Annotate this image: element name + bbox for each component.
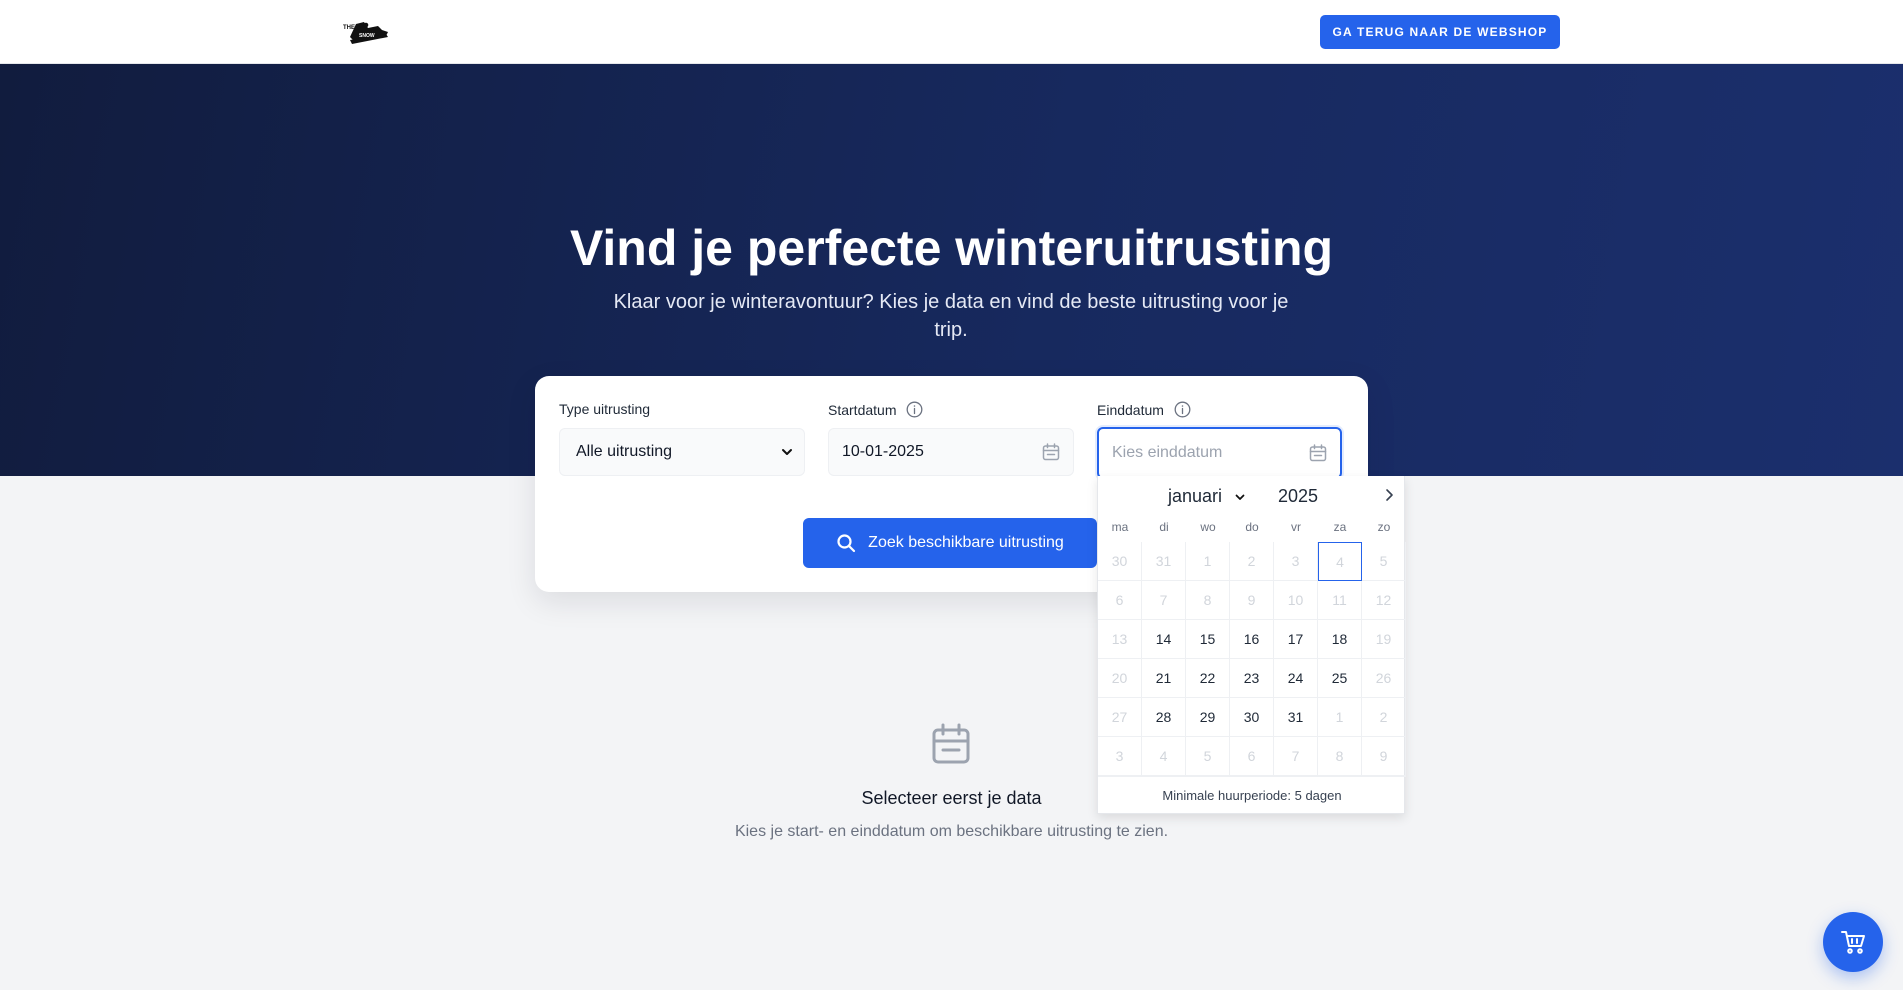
day-cell: 10 <box>1274 581 1318 620</box>
start-date-value: 10-01-2025 <box>842 443 924 460</box>
day-grid: 30 31 1 2 3 4 5 6 7 8 9 10 11 12 13 14 15 16 17 18 19 20 21 22 2… <box>1098 542 1406 776</box>
day-cell: 5 <box>1186 737 1230 776</box>
start-date-label-text: Startdatum <box>828 401 897 418</box>
chevron-right-icon[interactable] <box>1382 488 1396 502</box>
day-cell: 9 <box>1362 737 1406 776</box>
equipment-type-value: Alle uitrusting <box>576 443 673 460</box>
weekday-vr: vr <box>1291 520 1301 534</box>
day-cell: 31 <box>1142 542 1186 581</box>
weekday-wo: wo <box>1200 520 1216 534</box>
day-cell: 30 <box>1098 542 1142 581</box>
calendar-icon <box>932 723 970 764</box>
month-select[interactable]: januari <box>1168 486 1246 507</box>
search-available-button[interactable]: Zoek beschikbare uitrusting <box>803 518 1097 568</box>
day-cell[interactable]: 14 <box>1142 620 1186 659</box>
weekday-za: za <box>1333 520 1347 534</box>
chevron-down-icon <box>1235 494 1245 500</box>
day-cell[interactable]: 16 <box>1230 620 1274 659</box>
datepicker-header: januari 2025 <box>1098 476 1406 512</box>
end-date-input[interactable]: Kies einddatum <box>1097 427 1342 479</box>
day-cell: 3 <box>1274 542 1318 581</box>
cart-icon <box>1841 931 1865 954</box>
end-date-label: Einddatum <box>1097 401 1191 418</box>
start-date-label: Startdatum <box>828 401 923 418</box>
day-cell: 19 <box>1362 620 1406 659</box>
day-cell: 2 <box>1230 542 1274 581</box>
day-cell: 12 <box>1362 581 1406 620</box>
day-cell[interactable]: 21 <box>1142 659 1186 698</box>
day-cell: 1 <box>1186 542 1230 581</box>
day-cell: 4 <box>1318 542 1362 581</box>
calendar-icon <box>1309 444 1327 462</box>
day-cell: 8 <box>1186 581 1230 620</box>
day-cell: 8 <box>1318 737 1362 776</box>
info-icon[interactable] <box>1174 401 1191 418</box>
day-cell: 7 <box>1142 581 1186 620</box>
day-cell: 3 <box>1098 737 1142 776</box>
hero-subtitle: Klaar voor je winteravontuur? Kies je da… <box>613 291 1289 341</box>
day-cell[interactable]: 29 <box>1186 698 1230 737</box>
end-date-label-text: Einddatum <box>1097 401 1164 418</box>
day-cell: 5 <box>1362 542 1406 581</box>
weekday-ma: ma <box>1111 520 1129 534</box>
top-navbar: THE SNOW GA TERUG NAAR DE WEBSHOP <box>0 0 1903 64</box>
cart-button[interactable] <box>1823 912 1883 972</box>
logo-icon[interactable]: THE SNOW <box>342 20 392 46</box>
type-label-text: Type uitrusting <box>559 401 651 417</box>
day-cell[interactable]: 28 <box>1142 698 1186 737</box>
empty-state-title: Selecteer eerst je data <box>861 788 1042 808</box>
year-input[interactable]: 2025 <box>1278 486 1318 507</box>
month-value: januari <box>1168 486 1223 506</box>
hero-title: Vind je perfecte winteruitrusting <box>569 220 1334 276</box>
day-cell: 1 <box>1318 698 1362 737</box>
weekday-do: do <box>1245 520 1259 534</box>
empty-state-text: Kies je start- en einddatum om beschikba… <box>734 823 1169 840</box>
info-icon[interactable] <box>906 401 923 418</box>
chevron-down-icon <box>782 449 792 455</box>
start-date-input[interactable]: 10-01-2025 <box>828 428 1074 476</box>
day-cell: 9 <box>1230 581 1274 620</box>
svg-text:SNOW: SNOW <box>359 33 375 39</box>
day-cell: 7 <box>1274 737 1318 776</box>
day-cell: 13 <box>1098 620 1142 659</box>
day-cell[interactable]: 25 <box>1318 659 1362 698</box>
back-to-webshop-button[interactable]: GA TERUG NAAR DE WEBSHOP <box>1320 15 1560 49</box>
day-cell[interactable]: 31 <box>1274 698 1318 737</box>
weekday-zo: zo <box>1377 520 1391 534</box>
search-button-label: Zoek beschikbare uitrusting <box>868 534 1064 551</box>
day-cell: 11 <box>1318 581 1362 620</box>
day-cell[interactable]: 24 <box>1274 659 1318 698</box>
day-cell: 2 <box>1362 698 1406 737</box>
day-cell[interactable]: 22 <box>1186 659 1230 698</box>
day-cell: 6 <box>1230 737 1274 776</box>
day-cell[interactable]: 15 <box>1186 620 1230 659</box>
minimum-rental-note: Minimale huurperiode: 5 dagen <box>1098 776 1406 814</box>
weekday-di: di <box>1159 520 1169 534</box>
day-cell[interactable]: 30 <box>1230 698 1274 737</box>
day-cell[interactable]: 18 <box>1318 620 1362 659</box>
day-cell[interactable]: 23 <box>1230 659 1274 698</box>
day-cell: 27 <box>1098 698 1142 737</box>
end-date-placeholder: Kies einddatum <box>1112 444 1223 461</box>
day-cell[interactable]: 17 <box>1274 620 1318 659</box>
day-cell: 6 <box>1098 581 1142 620</box>
type-label: Type uitrusting <box>559 401 650 417</box>
weekday-row: ma di wo do vr za zo <box>1098 520 1406 536</box>
calendar-icon <box>1042 443 1060 461</box>
datepicker: januari 2025 ma di wo do vr za zo 30 31 1 2 3 4 5 6 7 8… <box>1097 476 1406 814</box>
day-cell: 20 <box>1098 659 1142 698</box>
equipment-type-select[interactable]: Alle uitrusting <box>559 428 805 476</box>
day-cell: 26 <box>1362 659 1406 698</box>
day-cell: 4 <box>1142 737 1186 776</box>
search-icon <box>837 534 856 553</box>
